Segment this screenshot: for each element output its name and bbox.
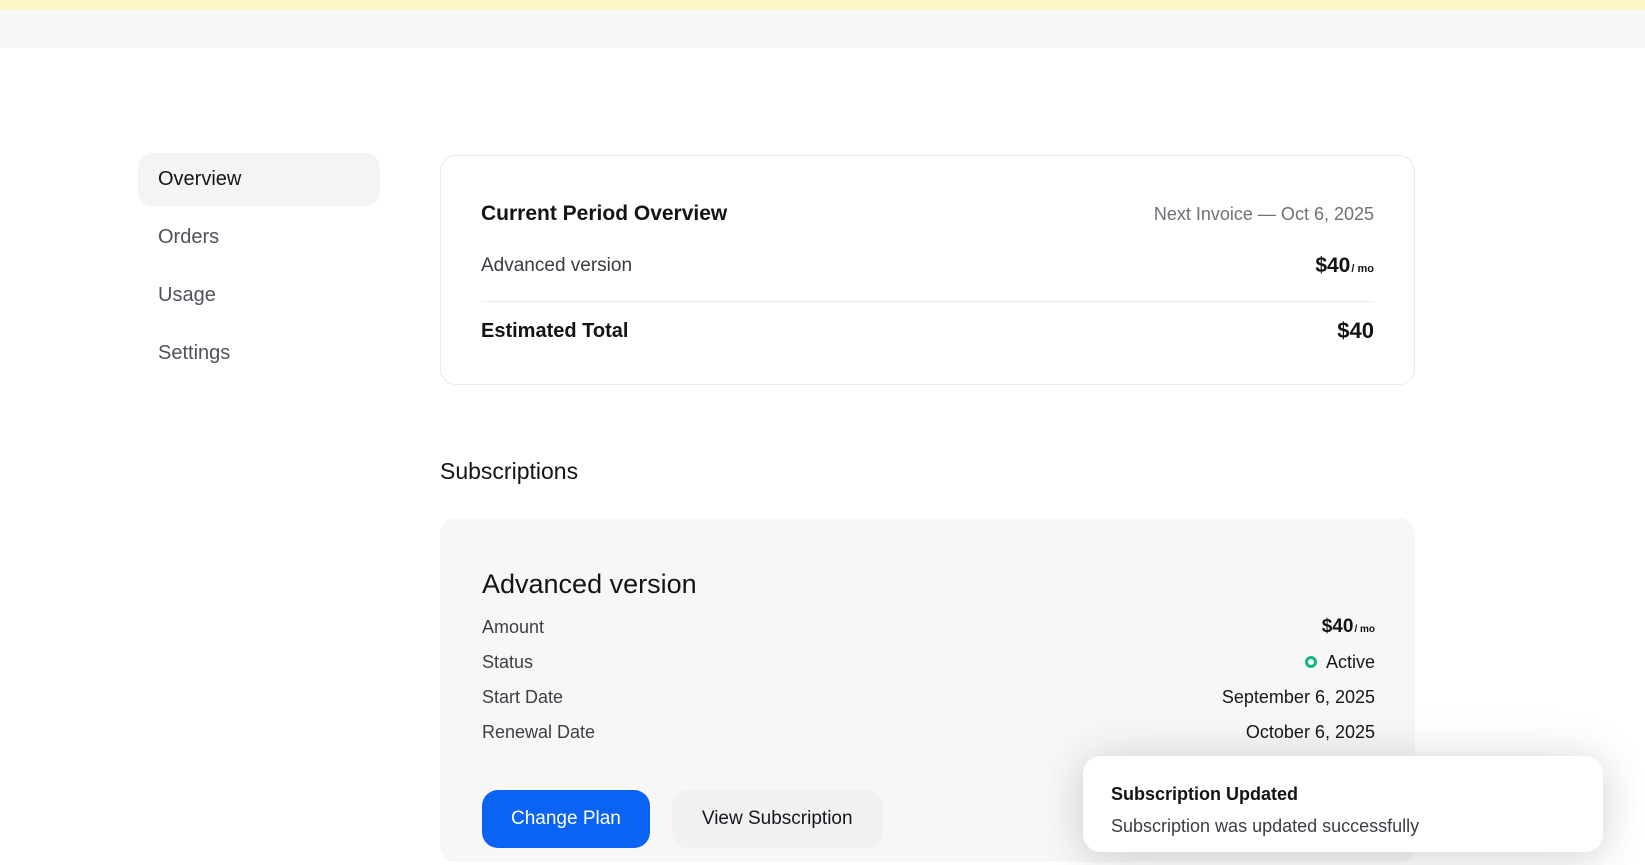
current-period-title: Current Period Overview xyxy=(481,202,727,226)
amount-row: Amount $40/ mo xyxy=(482,610,1375,644)
toast-notification[interactable]: Subscription Updated Subscription was up… xyxy=(1083,756,1603,852)
change-plan-button[interactable]: Change Plan xyxy=(482,790,650,848)
estimated-total-row: Estimated Total $40 xyxy=(481,302,1374,360)
top-accent-strip xyxy=(0,0,1645,10)
sidebar-item-overview-label: Overview xyxy=(158,168,241,191)
start-date-value: September 6, 2025 xyxy=(1222,687,1375,708)
billing-sidebar: Overview Orders Usage Settings xyxy=(138,153,400,380)
line-item-period: / mo xyxy=(1351,263,1374,275)
amount-value: $40/ mo xyxy=(1322,616,1375,638)
plan-name: Advanced version xyxy=(482,564,1375,604)
line-item-row: Advanced version $40/ mo xyxy=(481,236,1374,296)
view-subscription-button[interactable]: View Subscription xyxy=(672,790,883,848)
start-date-label: Start Date xyxy=(482,687,563,708)
status-value: Active xyxy=(1305,652,1375,673)
status-label: Status xyxy=(482,652,533,673)
toast-title: Subscription Updated xyxy=(1111,781,1575,808)
amount-label: Amount xyxy=(482,617,544,638)
estimated-total-label: Estimated Total xyxy=(481,320,628,343)
sidebar-item-orders-label: Orders xyxy=(158,226,219,249)
subscriptions-heading: Subscriptions xyxy=(440,458,578,485)
renewal-date-row: Renewal Date October 6, 2025 xyxy=(482,715,1375,749)
start-date-row: Start Date September 6, 2025 xyxy=(482,680,1375,714)
toast-message: Subscription was updated successfully xyxy=(1111,813,1575,840)
sidebar-item-orders[interactable]: Orders xyxy=(138,211,380,264)
current-period-card: Current Period Overview Next Invoice — O… xyxy=(440,155,1415,385)
renewal-date-value: October 6, 2025 xyxy=(1246,722,1375,743)
line-item-amount: $40/ mo xyxy=(1315,254,1374,278)
plan-details: Amount $40/ mo Status Active Start Date … xyxy=(482,610,1375,749)
renewal-date-label: Renewal Date xyxy=(482,722,595,743)
active-status-icon xyxy=(1305,656,1317,668)
status-row: Status Active xyxy=(482,645,1375,679)
sidebar-item-settings-label: Settings xyxy=(158,342,230,365)
sidebar-item-overview[interactable]: Overview xyxy=(138,153,380,206)
status-text: Active xyxy=(1326,652,1375,673)
header-bar xyxy=(0,10,1645,48)
sidebar-item-usage-label: Usage xyxy=(158,284,216,307)
sidebar-item-usage[interactable]: Usage xyxy=(138,269,380,322)
estimated-total-value: $40 xyxy=(1337,318,1374,344)
amount-period: / mo xyxy=(1354,624,1375,635)
line-item-name: Advanced version xyxy=(481,255,632,277)
sidebar-item-settings[interactable]: Settings xyxy=(138,327,380,380)
next-invoice-date: Next Invoice — Oct 6, 2025 xyxy=(1154,204,1374,225)
